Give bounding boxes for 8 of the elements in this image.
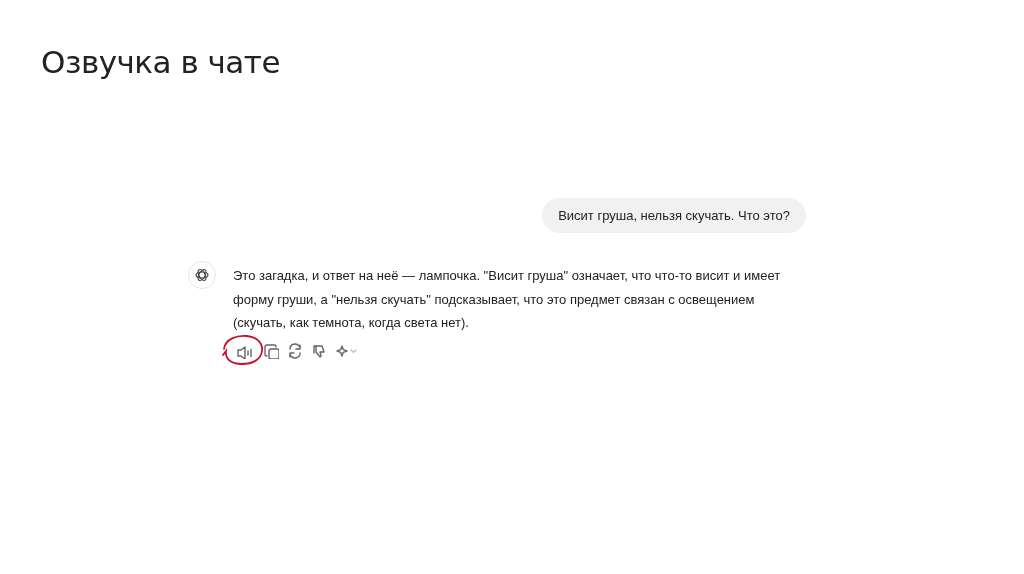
thumbs-down-icon[interactable]: [311, 342, 327, 359]
sparkle-chevron-icon[interactable]: [335, 342, 359, 359]
copy-icon[interactable]: [263, 342, 279, 359]
assistant-message: Это загадка, и ответ на неё — лампочка. "Висит груша" означает, что что-то висит и имеет форму груши, а "нельзя скучать" подсказывает, что это предмет связан с освещением (скучать, как темнота, когда света нет).: [233, 267, 782, 332]
assistant-avatar-icon: [188, 261, 216, 289]
slide-title: Озвучка в чате: [40, 43, 281, 80]
refresh-icon[interactable]: [287, 342, 303, 359]
user-message: Висит груша, нельзя скучать. Что это?: [542, 198, 806, 233]
